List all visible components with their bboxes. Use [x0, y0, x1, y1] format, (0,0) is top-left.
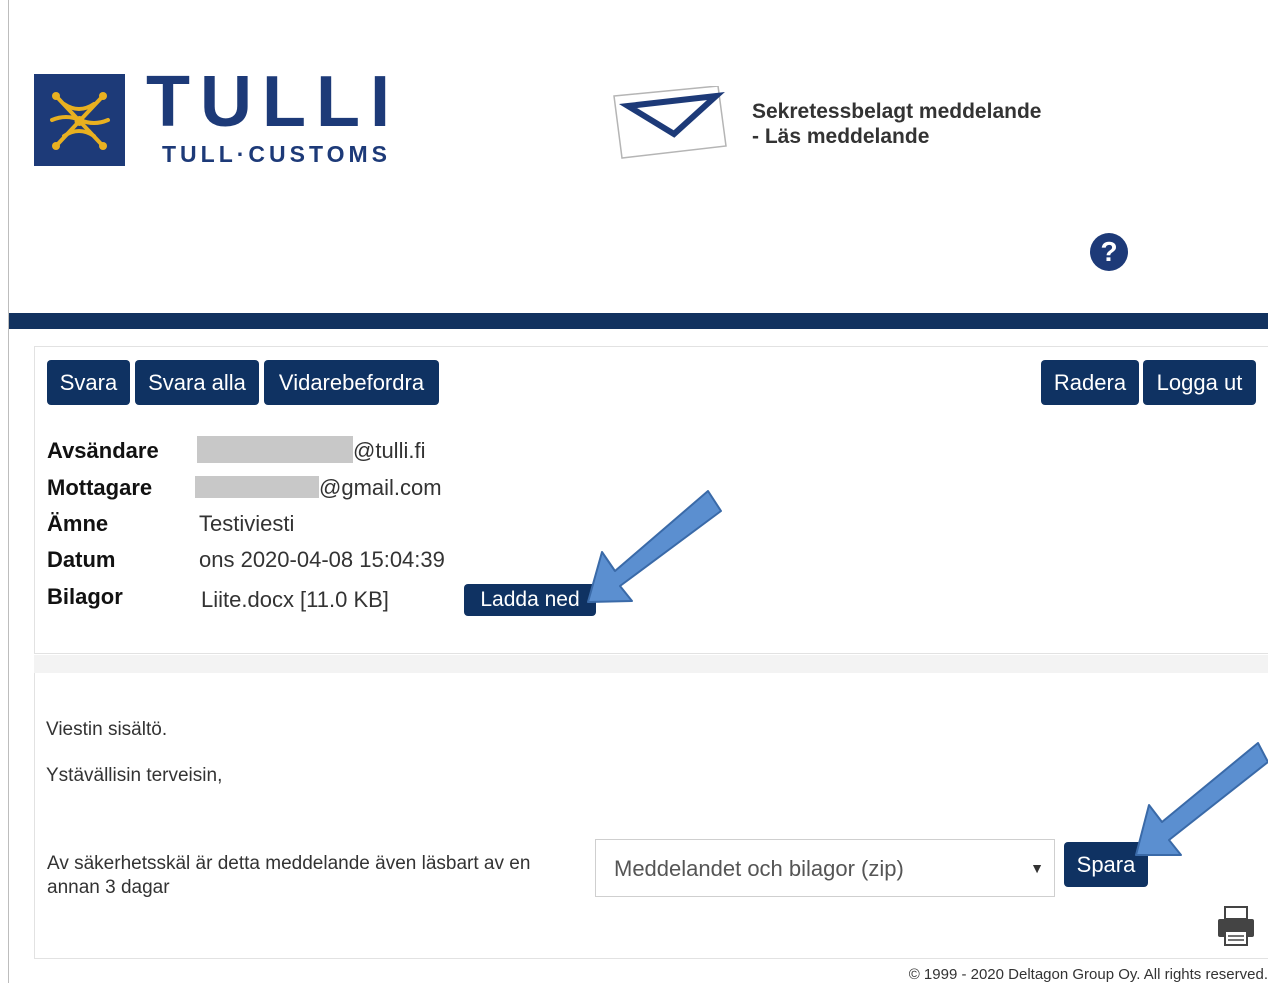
header-divider-bar	[9, 313, 1268, 329]
body-line-2: Ystävällisin terveisin,	[46, 765, 223, 786]
sender-value: @tulli.fi	[353, 438, 426, 463]
sender-redaction	[197, 436, 353, 463]
security-notice: Av säkerhetsskäl är detta meddelande äve…	[47, 853, 531, 898]
recipient-label: Mottagare	[47, 475, 153, 500]
panel-separator	[34, 655, 1268, 673]
forward-button[interactable]: Vidarebefordra	[264, 360, 439, 405]
reply-button[interactable]: Svara	[47, 360, 130, 405]
attachments-label: Bilagor	[47, 584, 123, 609]
printer-icon[interactable]	[1216, 905, 1256, 947]
copyright-text: © 1999 - 2020 Deltagon Group Oy. All rig…	[908, 966, 1268, 983]
envelope-icon	[612, 85, 728, 162]
help-icon[interactable]: ?	[1090, 233, 1128, 271]
date-value: ons 2020-04-08 15:04:39	[199, 547, 445, 572]
subject-label: Ämne	[47, 511, 109, 536]
left-border	[8, 0, 9, 983]
message-body-panel	[34, 673, 1268, 959]
sender-label: Avsändare	[47, 438, 159, 463]
body-line-1: Viestin sisältö.	[46, 719, 168, 740]
subject-value: Testiviesti	[199, 511, 295, 536]
page-title-line2: - Läs meddelande	[752, 125, 930, 148]
tulli-logo-icon	[34, 74, 125, 166]
save-button[interactable]: Spara	[1064, 842, 1148, 887]
reply-all-button[interactable]: Svara alla	[135, 360, 259, 405]
recipient-redaction	[195, 476, 319, 498]
page-title: Sekretessbelagt meddelande - Läs meddela…	[752, 99, 1041, 149]
save-format-value: Meddelandet och bilagor (zip)	[614, 856, 904, 881]
chevron-down-icon: ▼	[1030, 860, 1044, 876]
page-title-line1: Sekretessbelagt meddelande	[752, 100, 1042, 123]
date-label: Datum	[47, 547, 116, 572]
logout-button[interactable]: Logga ut	[1143, 360, 1256, 405]
brand-title: TULLI	[146, 62, 400, 142]
recipient-value: @gmail.com	[319, 475, 442, 500]
save-format-select[interactable]: Meddelandet och bilagor (zip) ▼	[595, 839, 1055, 897]
download-button[interactable]: Ladda ned	[464, 584, 596, 616]
attachment-name: Liite.docx [11.0 KB]	[201, 587, 389, 612]
brand-subtitle: TULL·CUSTOMS	[162, 141, 392, 167]
delete-button[interactable]: Radera	[1041, 360, 1139, 405]
